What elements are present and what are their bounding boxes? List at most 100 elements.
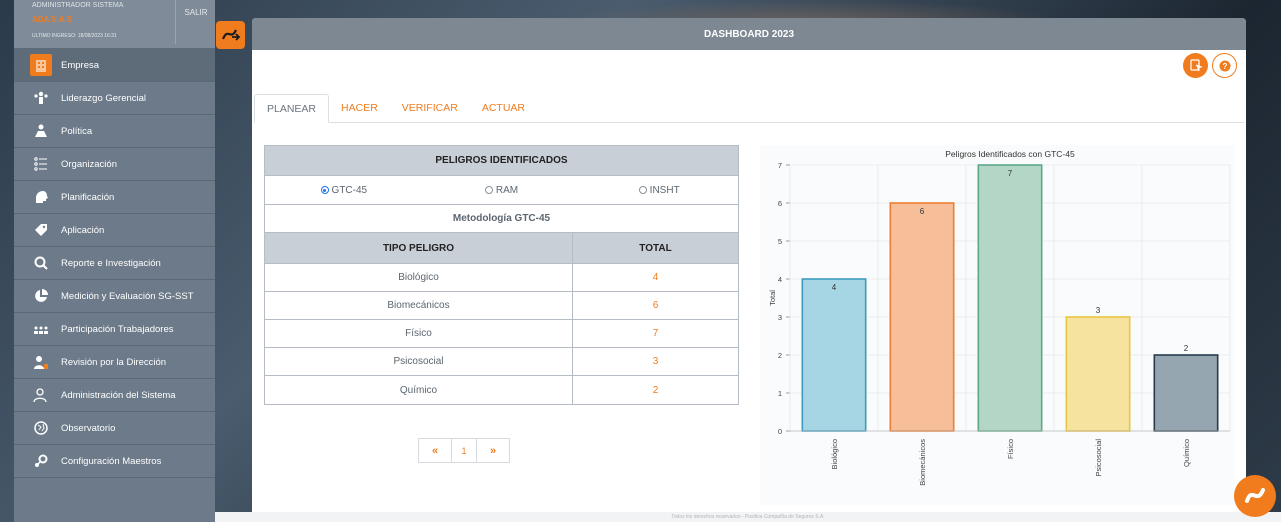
table-header-row: TIPO PELIGRO TOTAL	[265, 233, 738, 264]
cell-type: Físico	[265, 320, 573, 347]
pagination: « 1 »	[418, 438, 510, 463]
video-help-button[interactable]	[1183, 53, 1208, 78]
bar	[1153, 354, 1219, 432]
y-tick-label: 2	[778, 351, 782, 360]
sidebar-item-revisión-por-la-dirección[interactable]: Revisión por la Dirección	[14, 346, 215, 379]
tag-icon	[30, 219, 52, 241]
sidebar-item-liderazgo-gerencial[interactable]: Liderazgo Gerencial	[14, 82, 215, 115]
x-tick-label: Físico	[1006, 439, 1015, 459]
cell-type: Biológico	[265, 264, 573, 291]
table-row: Psicosocial 3	[265, 348, 738, 376]
svg-text:?: ?	[1222, 62, 1227, 71]
sidebar-item-label: Configuración Maestros	[61, 455, 162, 467]
leadership-icon	[30, 87, 52, 109]
y-tick-label: 4	[778, 275, 782, 284]
hazards-table: PELIGROS IDENTIFICADOS GTC-45 RAM INSHT …	[264, 145, 739, 405]
tab-verificar[interactable]: VERIFICAR	[390, 94, 470, 123]
settings-icon	[30, 450, 52, 472]
video-icon	[1189, 58, 1203, 71]
help-button[interactable]: ?	[1212, 53, 1237, 78]
company-name: ADA S.A.S	[32, 15, 73, 24]
radio-selected-icon	[320, 186, 329, 194]
table-title: PELIGROS IDENTIFICADOS	[265, 146, 738, 176]
sidebar-menu: Empresa Liderazgo Gerencial Política Organi…	[14, 49, 215, 478]
tab-hacer[interactable]: HACER	[329, 94, 390, 123]
menu-toggle-button[interactable]	[216, 21, 245, 49]
methodology-options: GTC-45 RAM INSHT	[265, 176, 738, 205]
sidebar-item-label: Revisión por la Dirección	[61, 356, 167, 368]
logo-arrow-icon	[221, 29, 240, 41]
user-role: ADMINISTRADOR SISTEMA	[32, 2, 124, 9]
tab-actuar[interactable]: ACTUAR	[470, 94, 537, 123]
cell-total: 6	[652, 300, 659, 311]
admin-user-icon	[30, 384, 52, 406]
cell-type: Biomecánicos	[265, 292, 573, 319]
table-row: Químico 2	[265, 376, 738, 404]
data-label: 4	[832, 283, 837, 292]
sidebar-item-observatorio[interactable]: Observatorio	[14, 412, 215, 445]
cell-type: Químico	[265, 376, 573, 404]
prev-page-button[interactable]: «	[418, 438, 452, 463]
radio-gtc45[interactable]: GTC-45	[265, 185, 423, 196]
x-tick-label: Psicosocial	[1094, 439, 1103, 477]
sidebar-item-política[interactable]: Política	[14, 115, 215, 148]
sidebar-item-label: Organización	[61, 158, 117, 170]
cell-type: Psicosocial	[265, 348, 573, 375]
magnifier-icon	[30, 252, 52, 274]
radio-ram[interactable]: RAM	[423, 185, 581, 196]
data-label: 2	[1184, 344, 1189, 353]
cell-total: 3	[652, 356, 659, 367]
sidebar-item-participación-trabajadores[interactable]: Participación Trabajadores	[14, 313, 215, 346]
sidebar-item-label: Medición y Evaluación SG-SST	[61, 290, 194, 302]
last-login: ULTIMO INGRESO: 18/08/2023 16:31	[32, 33, 117, 39]
dashboard-panel: DASHBOARD 2023 ? PLANEAR HACER VERIFICAR…	[252, 18, 1246, 512]
sidebar-item-label: Liderazgo Gerencial	[61, 92, 147, 104]
y-tick-label: 1	[778, 389, 782, 398]
radio-insht[interactable]: INSHT	[580, 185, 738, 196]
cell-total: 4	[652, 272, 659, 283]
chat-fab-button[interactable]	[1234, 475, 1276, 517]
logout-button[interactable]: SALIR	[177, 8, 215, 17]
y-tick-label: 5	[778, 237, 782, 246]
question-icon: ?	[1219, 60, 1230, 71]
sidebar: ADMINISTRADOR SISTEMA ADA S.A.S ULTIMO I…	[14, 0, 215, 522]
pdca-tabs: PLANEAR HACER VERIFICAR ACTUAR	[254, 94, 1244, 123]
sidebar-item-reporte-e-investigación[interactable]: Reporte e Investigación	[14, 247, 215, 280]
table-row: Biológico 4	[265, 264, 738, 292]
sidebar-item-label: Aplicación	[61, 224, 105, 236]
radio-label: INSHT	[649, 184, 680, 196]
planning-head-icon	[30, 186, 52, 208]
bar	[1065, 316, 1131, 432]
data-label: 7	[1008, 169, 1013, 178]
sidebar-item-organización[interactable]: Organización	[14, 148, 215, 181]
page-number[interactable]: 1	[452, 438, 476, 463]
table-row: Biomecánicos 6	[265, 292, 738, 320]
cell-total: 2	[652, 384, 659, 396]
column-header-type: TIPO PELIGRO	[265, 233, 573, 263]
sidebar-item-planificación[interactable]: Planificación	[14, 181, 215, 214]
sidebar-item-label: Reporte e Investigación	[61, 257, 161, 269]
sidebar-item-administración-del-sistema[interactable]: Administración del Sistema	[14, 379, 215, 412]
policy-icon	[30, 120, 52, 142]
org-list-icon	[30, 153, 52, 175]
review-icon	[30, 351, 52, 373]
hazards-bar-chart: Peligros Identificados con GTC-45 0 1 2 3 4 5 6…	[760, 145, 1235, 505]
sidebar-item-label: Administración del Sistema	[61, 389, 176, 401]
radio-label: GTC-45	[331, 184, 368, 196]
y-tick-label: 0	[778, 427, 782, 436]
sidebar-item-aplicación[interactable]: Aplicación	[14, 214, 215, 247]
sidebar-item-empresa[interactable]: Empresa	[14, 49, 215, 82]
tab-planear[interactable]: PLANEAR	[254, 94, 330, 123]
sidebar-item-medición-y-evaluación-sg-sst[interactable]: Medición y Evaluación SG-SST	[14, 280, 215, 313]
methodology-label: Metodología GTC-45	[265, 205, 738, 233]
brand-logo-icon	[1245, 488, 1265, 503]
y-tick-label: 6	[778, 199, 782, 208]
sidebar-item-configuración-maestros[interactable]: Configuración Maestros	[14, 445, 215, 478]
sidebar-item-label: Política	[61, 125, 93, 137]
user-info: ADMINISTRADOR SISTEMA ADA S.A.S ULTIMO I…	[14, 0, 215, 49]
next-page-button[interactable]: »	[476, 438, 510, 463]
y-axis-label: Total	[768, 290, 777, 306]
bar	[977, 164, 1043, 432]
sidebar-item-label: Planificación	[61, 191, 115, 203]
y-tick-label: 7	[778, 161, 782, 170]
